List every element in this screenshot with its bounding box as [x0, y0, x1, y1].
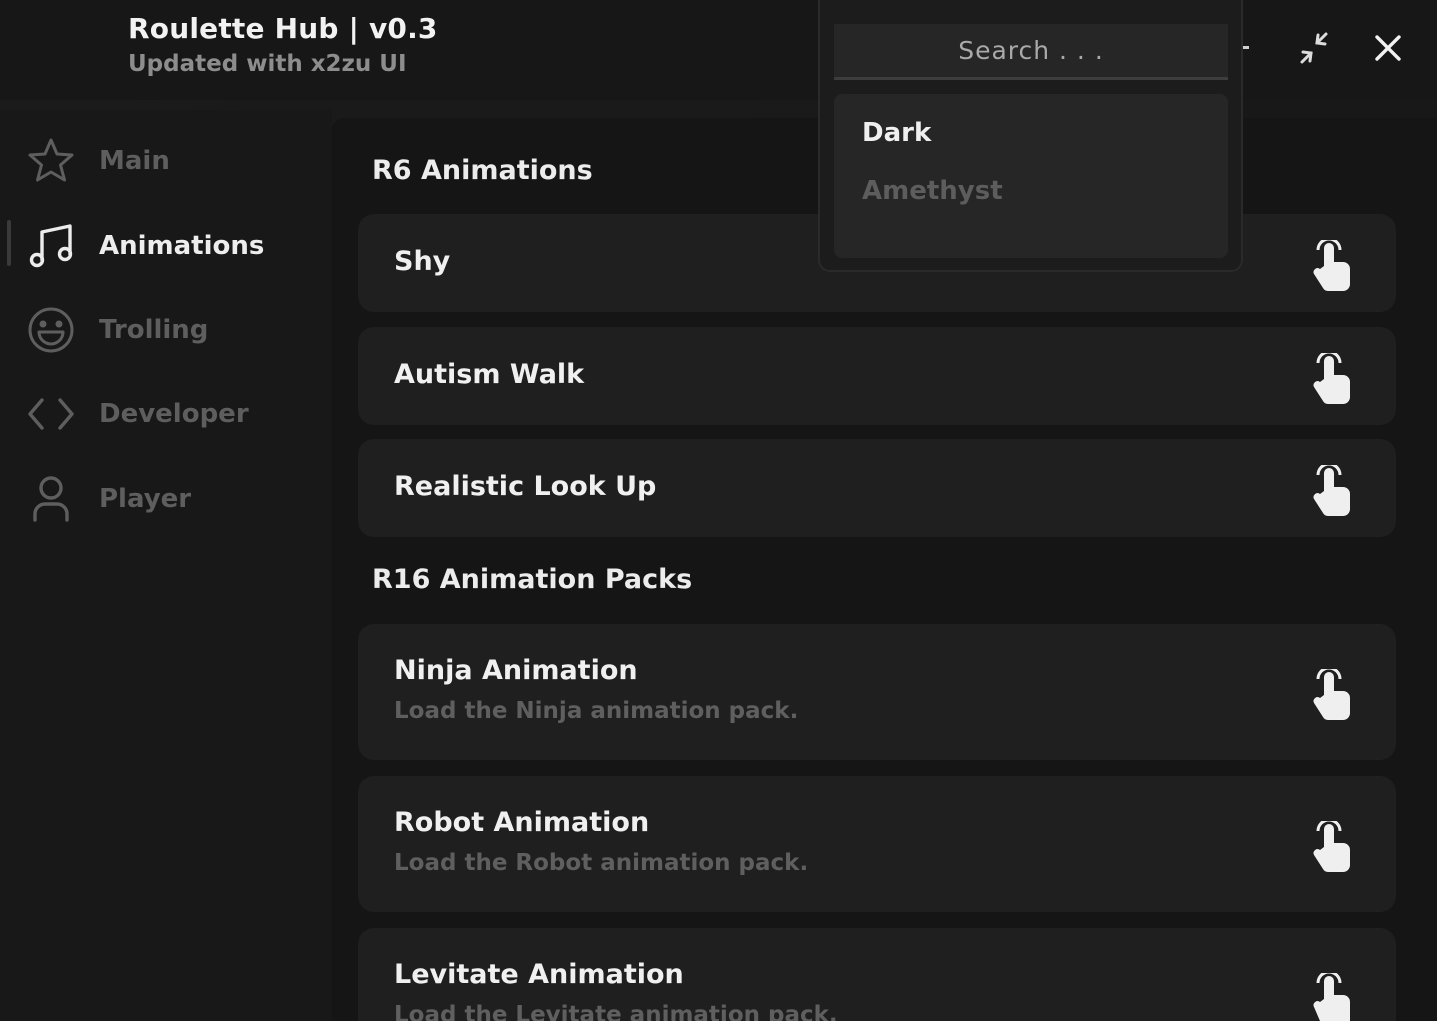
sidebar-item-developer[interactable]: Developer [24, 382, 314, 446]
sidebar-item-label: Trolling [99, 315, 209, 345]
sidebar-item-label: Animations [99, 231, 265, 261]
option-amethyst[interactable]: Amethyst [862, 176, 1003, 206]
smiley-icon [24, 303, 78, 357]
button-description: Load the Robot animation pack. [394, 850, 809, 876]
music-note-icon [24, 219, 78, 273]
button-title: Autism Walk [394, 359, 585, 390]
animation-button-realistic-look-up[interactable]: Realistic Look Up [358, 439, 1396, 537]
sidebar-item-animations[interactable]: Animations [24, 214, 314, 278]
tap-icon [1313, 669, 1350, 720]
app-subtitle: Updated with x2zu UI [128, 51, 407, 77]
app-title: Roulette Hub | v0.3 [128, 12, 438, 45]
button-title: Levitate Animation [394, 959, 684, 990]
user-icon [24, 472, 78, 526]
sidebar: Main Animations Trolling Developer Playe… [0, 110, 332, 1021]
app-window: Roulette Hub | v0.3 Updated with x2zu UI [0, 0, 1437, 1021]
section-title: R6 Animations [372, 155, 593, 186]
button-title: Robot Animation [394, 807, 650, 838]
animation-button-ninja[interactable]: Ninja Animation Load the Ninja animation… [358, 624, 1396, 760]
button-title: Realistic Look Up [394, 471, 657, 502]
tap-icon [1313, 240, 1350, 291]
sidebar-item-player[interactable]: Player [24, 467, 314, 531]
button-title: Shy [394, 246, 451, 277]
close-icon [1375, 35, 1401, 61]
button-title: Ninja Animation [394, 655, 638, 686]
search-input[interactable]: Search . . . [834, 24, 1228, 80]
sidebar-item-label: Main [99, 146, 170, 176]
theme-dropdown: Search . . . Dark Amethyst [818, 0, 1243, 272]
tap-icon [1313, 973, 1350, 1021]
tap-icon [1313, 821, 1350, 872]
resize-button[interactable] [1292, 28, 1336, 68]
animation-button-levitate[interactable]: Levitate Animation Load the Levitate ani… [358, 928, 1396, 1021]
close-button[interactable] [1366, 26, 1410, 70]
button-description: Load the Ninja animation pack. [394, 698, 799, 724]
tap-icon [1313, 353, 1350, 404]
active-indicator [7, 220, 11, 266]
sidebar-item-trolling[interactable]: Trolling [24, 298, 314, 362]
sidebar-item-label: Developer [99, 399, 249, 429]
animation-button-autism-walk[interactable]: Autism Walk [358, 327, 1396, 425]
animation-button-robot[interactable]: Robot Animation Load the Robot animation… [358, 776, 1396, 912]
code-icon [24, 387, 78, 441]
star-icon [24, 134, 78, 188]
option-dark[interactable]: Dark [862, 118, 931, 148]
sidebar-item-label: Player [99, 484, 192, 514]
section-title: R16 Animation Packs [372, 564, 693, 595]
dropdown-options: Dark Amethyst [834, 94, 1228, 258]
sidebar-item-main[interactable]: Main [24, 129, 314, 193]
tap-icon [1313, 465, 1350, 516]
button-description: Load the Levitate animation pack. [394, 1002, 838, 1021]
collapse-icon [1300, 32, 1328, 64]
